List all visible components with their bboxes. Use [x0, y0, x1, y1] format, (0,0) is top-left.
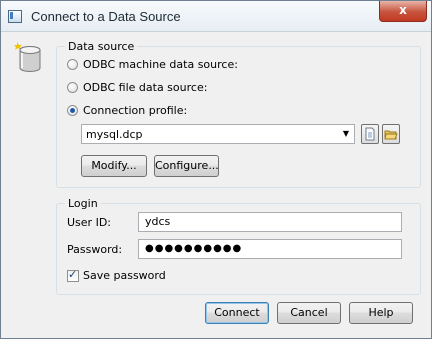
odbc-machine-source-label: ODBC machine data source: — [83, 58, 238, 71]
save-password-label: Save password — [83, 269, 166, 282]
new-document-icon — [365, 127, 375, 141]
odbc-file-source-label: ODBC file data source: — [83, 81, 208, 94]
dialog-body: Data source ODBC machine data source: OD… — [1, 32, 431, 338]
connect-button[interactable]: Connect — [205, 302, 269, 324]
cancel-button[interactable]: Cancel — [277, 302, 341, 324]
chevron-down-icon[interactable]: ▼ — [340, 127, 352, 141]
save-password-option[interactable]: ✓ Save password — [67, 267, 166, 282]
odbc-machine-source-radio[interactable] — [67, 59, 78, 70]
modify-button[interactable]: Modify... — [81, 155, 147, 177]
configure-button-label: Configure... — [155, 159, 219, 172]
help-button[interactable]: Help — [349, 302, 413, 324]
window-icon — [8, 10, 22, 23]
user-id-input[interactable]: ydcs — [138, 212, 402, 232]
close-icon: x — [399, 3, 407, 17]
open-folder-icon — [384, 130, 398, 140]
save-password-checkbox[interactable]: ✓ — [67, 267, 79, 282]
checkmark-icon: ✓ — [68, 267, 78, 281]
password-label: Password: — [67, 243, 123, 256]
title-bar[interactable]: Connect to a Data Source x — [1, 1, 431, 32]
odbc-file-source-radio[interactable] — [67, 82, 78, 93]
connection-profile-dropdown[interactable]: mysql.dcp ▼ — [81, 124, 355, 144]
connection-profile-value: mysql.dcp — [86, 128, 143, 141]
new-profile-button[interactable] — [361, 124, 379, 144]
login-group-label: Login — [65, 197, 101, 210]
database-icon — [14, 42, 41, 72]
user-id-label: User ID: — [67, 216, 111, 229]
connection-profile-radio[interactable] — [67, 105, 78, 116]
connection-profile-option[interactable]: Connection profile: — [67, 104, 187, 117]
password-input[interactable]: ●●●●●●●●●● — [138, 239, 402, 259]
connect-button-label: Connect — [214, 306, 260, 319]
odbc-machine-source-option[interactable]: ODBC machine data source: — [67, 58, 238, 71]
data-source-group-label: Data source — [65, 40, 138, 53]
modify-button-label: Modify... — [91, 159, 137, 172]
cancel-button-label: Cancel — [290, 306, 328, 319]
help-button-label: Help — [368, 306, 394, 319]
configure-button[interactable]: Configure... — [154, 155, 219, 177]
connection-profile-label: Connection profile: — [83, 104, 188, 117]
close-button[interactable]: x — [379, 1, 427, 22]
dialog-window: Connect to a Data Source x Data source O… — [0, 0, 432, 339]
browse-profile-button[interactable] — [382, 124, 400, 144]
odbc-file-source-option[interactable]: ODBC file data source: — [67, 81, 207, 94]
window-title: Connect to a Data Source — [31, 9, 181, 24]
